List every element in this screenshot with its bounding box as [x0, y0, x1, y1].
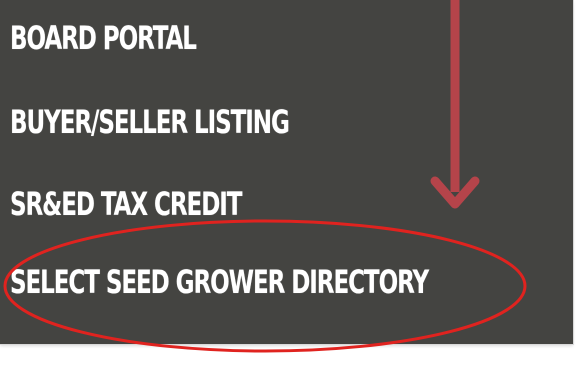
menu-item-board-portal[interactable]: BOARD PORTAL — [10, 22, 197, 54]
menu-item-buyer-seller-listing[interactable]: BUYER/SELLER LISTING — [10, 106, 290, 138]
navigation-menu: BOARD PORTAL BUYER/SELLER LISTING SR&ED … — [0, 0, 573, 344]
screenshot-frame: BOARD PORTAL BUYER/SELLER LISTING SR&ED … — [0, 0, 587, 366]
menu-item-select-seed-grower-directory[interactable]: SELECT SEED GROWER DIRECTORY — [10, 266, 429, 298]
menu-item-sred-tax-credit[interactable]: SR&ED TAX CREDIT — [10, 188, 242, 220]
